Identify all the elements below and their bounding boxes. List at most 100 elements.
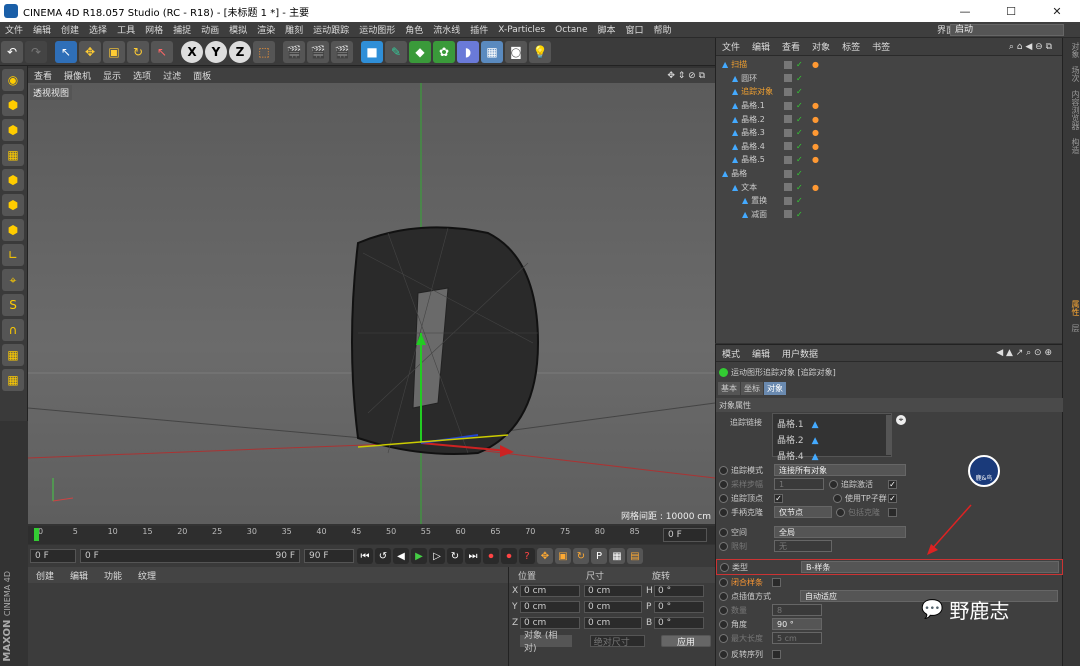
attr-menu-edit[interactable]: 编辑	[746, 347, 776, 360]
side-tab-content-browser[interactable]: 内容浏览器	[1063, 86, 1080, 134]
render-picture-viewer-icon[interactable]: 🎬	[307, 40, 329, 63]
object-row[interactable]: ▲ 晶格.3 ✓ ●	[716, 126, 1063, 140]
close-button[interactable]: ✕	[1034, 0, 1080, 22]
keyframe-dot[interactable]	[719, 649, 728, 659]
visibility-toggle[interactable]	[784, 142, 792, 151]
keyframe-dot[interactable]	[829, 479, 838, 489]
tab-coord[interactable]: 坐标	[741, 381, 763, 395]
live-select-icon[interactable]: ↖	[55, 40, 77, 63]
keyframe-dot[interactable]	[719, 619, 728, 629]
side-tab-layers[interactable]: 层	[1063, 320, 1080, 336]
om-search-icon[interactable]: ⌕ ⌂ ◀ ⊖ ⧉	[1003, 42, 1058, 52]
make-editable-icon[interactable]: ◉	[2, 69, 24, 91]
menu-edit[interactable]: 编辑	[28, 23, 56, 36]
viewport-menu-filter[interactable]: 过滤	[157, 69, 187, 82]
visibility-toggle[interactable]	[784, 196, 792, 205]
pen-spline-icon[interactable]: ✎	[385, 40, 407, 63]
closed-spline-checkbox[interactable]	[772, 577, 781, 587]
current-frame-field[interactable]: 0 F	[663, 528, 707, 542]
solo-icon[interactable]: S	[2, 294, 24, 316]
autokey-icon[interactable]: ⏺	[501, 548, 517, 564]
viewport-menu-panel[interactable]: 面板	[187, 69, 217, 82]
object-row[interactable]: ▲ 晶格.2 ✓ ●	[716, 112, 1063, 126]
light-icon[interactable]: 💡	[529, 40, 551, 63]
enable-check-icon[interactable]: ✓	[796, 128, 803, 137]
visibility-toggle[interactable]	[784, 155, 792, 164]
attr-menu-mode[interactable]: 模式	[716, 347, 746, 360]
menu-window[interactable]: 窗口	[621, 23, 649, 36]
trace-active-checkbox[interactable]: ✓	[888, 479, 897, 489]
om-menu-view[interactable]: 查看	[776, 40, 806, 53]
material-menu-texture[interactable]: 纹理	[130, 569, 164, 582]
object-row[interactable]: ▲ 扫描 ✓ ●	[716, 58, 1063, 72]
menu-tools[interactable]: 工具	[112, 23, 140, 36]
floor-icon[interactable]: ▦	[481, 40, 503, 63]
keyframe-dot[interactable]	[719, 577, 728, 587]
visibility-toggle[interactable]	[784, 87, 792, 96]
menu-simulate[interactable]: 模拟	[224, 23, 252, 36]
perspective-viewport[interactable]: 透视视图 网格间距 : 10000 cm	[28, 83, 715, 524]
position-x-field[interactable]: 0 cm	[520, 585, 580, 597]
enable-check-icon[interactable]: ✓	[796, 196, 803, 205]
go-to-end-icon[interactable]: ⏭	[465, 548, 481, 564]
list-item[interactable]: 晶格.1 ▲	[777, 417, 889, 430]
attr-nav-icons[interactable]: ◀ ▲ ↗ ⌕ ⊙ ⊕	[990, 348, 1058, 358]
trace-link-list[interactable]: 晶格.1 ▲ 晶格.2 ▲ 晶格.4 ▲	[772, 413, 892, 462]
deformer-icon[interactable]: ◗	[457, 40, 479, 63]
keyframe-dot[interactable]	[719, 541, 728, 551]
menu-sculpt[interactable]: 雕刻	[280, 23, 308, 36]
go-to-start-icon[interactable]: ⏮	[357, 548, 373, 564]
workplane-icon[interactable]: ▦	[2, 344, 24, 366]
tag-icon[interactable]: ●	[812, 60, 819, 69]
move-icon[interactable]: ✥	[79, 40, 101, 63]
visibility-toggle[interactable]	[784, 74, 792, 83]
max-length-field[interactable]: 5 cm	[772, 632, 822, 644]
apply-button[interactable]: 应用	[661, 635, 711, 648]
edges-mode-icon[interactable]: ⬢	[2, 194, 24, 216]
material-menu-function[interactable]: 功能	[96, 569, 130, 582]
current-frame-marker[interactable]	[34, 528, 39, 541]
keyframe-selection-icon[interactable]: ?	[519, 548, 535, 564]
side-tab-objects[interactable]: 对象	[1063, 38, 1080, 62]
rotation-b-field[interactable]: 0 °	[654, 617, 704, 629]
rotate-icon[interactable]: ↻	[127, 40, 149, 63]
object-row[interactable]: ▲ 晶格.1 ✓ ●	[716, 99, 1063, 113]
side-tab-structure[interactable]: 构造	[1063, 134, 1080, 158]
play-icon[interactable]: ▶	[411, 548, 427, 564]
coordinate-system-icon[interactable]: ⬚	[253, 40, 275, 63]
tab-basic[interactable]: 基本	[718, 381, 740, 395]
keyframe-dot[interactable]	[719, 527, 728, 537]
visibility-toggle[interactable]	[784, 210, 792, 219]
keyframe-dot[interactable]	[719, 479, 728, 489]
om-menu-file[interactable]: 文件	[716, 40, 746, 53]
viewport-menu-cameras[interactable]: 摄像机	[58, 69, 97, 82]
list-item[interactable]: 晶格.2 ▲	[777, 433, 889, 446]
viewport-menu-display[interactable]: 显示	[97, 69, 127, 82]
key-pla-icon[interactable]: ▦	[609, 548, 625, 564]
include-clone-checkbox[interactable]	[888, 507, 897, 517]
enable-check-icon[interactable]: ✓	[796, 115, 803, 124]
keyframe-dot[interactable]	[836, 507, 845, 517]
locked-workplane-icon[interactable]: ▦	[2, 369, 24, 391]
key-scale-icon[interactable]: ▣	[555, 548, 571, 564]
subdivision-icon[interactable]: ◆	[409, 40, 431, 63]
enable-check-icon[interactable]: ✓	[796, 169, 803, 178]
tag-icon[interactable]: ●	[812, 142, 819, 151]
menu-snap[interactable]: 捕捉	[168, 23, 196, 36]
end-frame-field[interactable]: 90 F	[304, 549, 354, 563]
tweak-mode-icon[interactable]: ⌖	[2, 269, 24, 291]
visibility-toggle[interactable]	[784, 101, 792, 110]
redo-icon[interactable]: ↷	[25, 40, 47, 63]
maximize-button[interactable]: ☐	[988, 0, 1034, 22]
viewport-menu-options[interactable]: 选项	[127, 69, 157, 82]
preview-range-slider[interactable]: 0 F 90 F	[80, 549, 300, 563]
trace-mode-select[interactable]: 连接所有对象	[774, 464, 906, 476]
menu-file[interactable]: 文件	[0, 23, 28, 36]
attr-menu-userdata[interactable]: 用户数据	[776, 347, 824, 360]
tag-icon[interactable]: ●	[812, 155, 819, 164]
snap-icon[interactable]: ∩	[2, 319, 24, 341]
y-axis-lock-icon[interactable]: Y	[205, 40, 227, 63]
side-tab-attributes[interactable]: 属性	[1063, 296, 1080, 320]
handle-clone-select[interactable]: 仅节点	[774, 506, 832, 518]
z-axis-lock-icon[interactable]: Z	[229, 40, 251, 63]
